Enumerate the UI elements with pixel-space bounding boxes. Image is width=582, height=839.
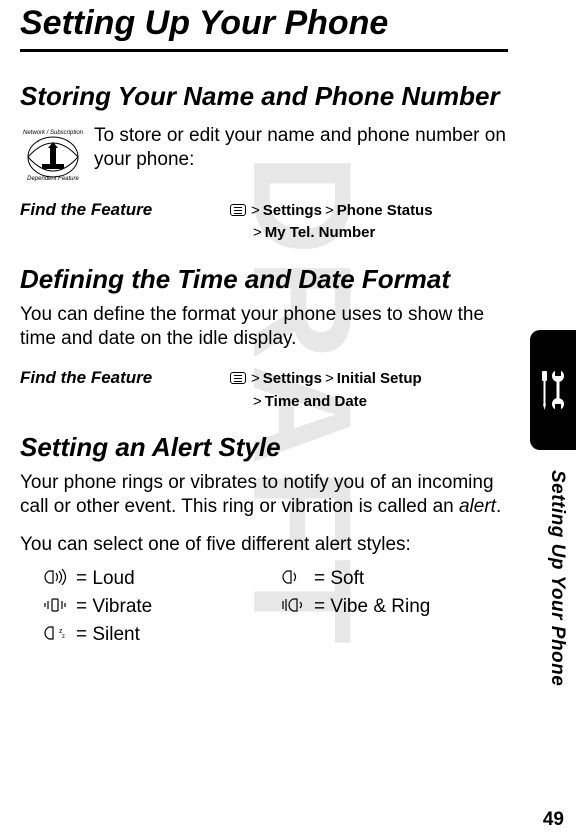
wrench-screwdriver-icon <box>538 369 568 411</box>
section-storing-heading: Storing Your Name and Phone Number <box>20 82 508 112</box>
alert-styles-table: = Loud = Soft = Vibrate = Vibe & Ring <box>42 568 508 646</box>
find-feature-path-1: >Settings>Phone Status >My Tel. Number <box>230 200 433 245</box>
network-dependent-feature-icon: Network / Subscription Dependent Feature <box>20 124 86 182</box>
svg-text:z: z <box>62 634 65 640</box>
side-running-title: Setting Up Your Phone <box>546 470 568 686</box>
section-timeformat-heading: Defining the Time and Date Format <box>20 265 508 295</box>
menu-key-icon <box>230 372 246 384</box>
alert-vibrate: = Vibrate <box>42 596 262 618</box>
page-title: Setting Up Your Phone <box>20 0 508 52</box>
menu-key-icon <box>230 204 246 216</box>
silent-icon: zz <box>42 625 68 645</box>
page-number: 49 <box>543 809 564 831</box>
find-feature-label: Find the Feature <box>20 368 230 388</box>
find-feature-row-1: Find the Feature >Settings>Phone Status … <box>20 200 508 245</box>
alert-vibe-ring: = Vibe & Ring <box>280 596 500 618</box>
section-alert-body2: You can select one of five different ale… <box>20 533 508 557</box>
alert-silent: zz = Silent <box>42 624 262 646</box>
find-feature-label: Find the Feature <box>20 200 230 220</box>
bell-loud-icon <box>42 569 68 589</box>
bell-soft-icon <box>280 569 306 589</box>
svg-text:Network / Subscription: Network / Subscription <box>23 130 84 136</box>
section-timeformat-body: You can define the format your phone use… <box>20 303 508 351</box>
find-feature-row-2: Find the Feature >Settings>Initial Setup… <box>20 368 508 413</box>
side-tab-icon <box>530 330 576 450</box>
section-alert-body1: Your phone rings or vibrates to notify y… <box>20 471 508 519</box>
section-storing-intro: To store or edit your name and phone num… <box>94 124 508 172</box>
alert-soft: = Soft <box>280 568 500 590</box>
vibrate-icon <box>42 597 68 617</box>
alert-loud: = Loud <box>42 568 262 590</box>
section-alert-heading: Setting an Alert Style <box>20 433 508 463</box>
svg-text:Dependent Feature: Dependent Feature <box>27 176 79 182</box>
find-feature-path-2: >Settings>Initial Setup >Time and Date <box>230 368 422 413</box>
vibe-and-ring-icon <box>280 597 306 617</box>
